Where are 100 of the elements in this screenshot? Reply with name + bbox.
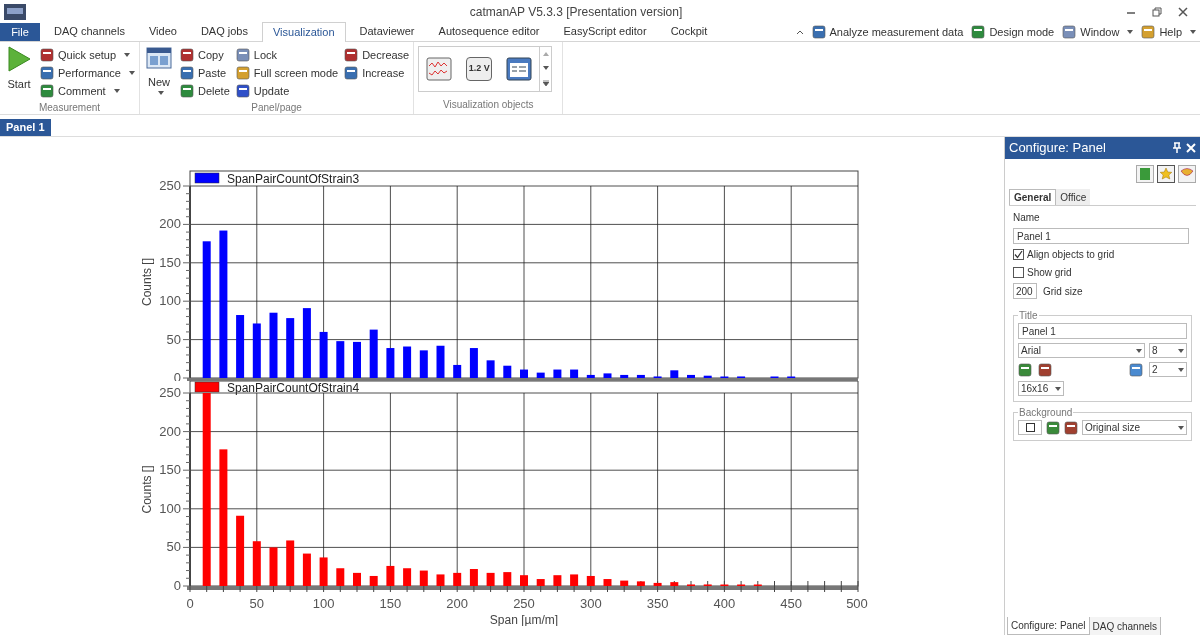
histogram-bar [453,572,462,586]
ribbon-command[interactable]: Update [235,82,339,100]
histogram-bar [603,579,612,586]
command-icon [180,66,194,80]
pin-icon[interactable] [1172,142,1182,154]
ribbon-command[interactable]: Increase [344,64,410,82]
x-tick-label: 450 [780,596,803,611]
quick-command[interactable]: Design mode [971,23,1055,41]
ribbon-command[interactable]: Lock [235,46,339,64]
quick-command[interactable]: Window [1062,23,1134,41]
y-axis-label: Counts [] [140,258,154,306]
restore-icon[interactable] [1152,7,1162,17]
grid-size-field[interactable]: 200 [1013,283,1037,299]
scroll-down-icon[interactable] [542,66,549,70]
quick-command[interactable]: Analyze measurement data [811,23,964,41]
ribbon-command[interactable]: Delete [180,82,230,100]
x-tick-label: 250 [513,596,535,611]
panel-title: Configure: Panel [1009,139,1107,158]
group-title: Background [1018,406,1074,420]
histogram-bar [369,329,378,378]
legend-label: SpanPairCountOfStrain4 [227,381,360,395]
ribbon-command[interactable]: Copy [180,46,230,64]
refresh-icon[interactable] [1136,165,1154,183]
command-icon [180,48,194,62]
size-mode-dropdown[interactable]: Original size [1082,420,1187,435]
command-icon [344,48,359,62]
histogram-bar [369,575,378,586]
histogram-bar [586,374,595,378]
list-widget-icon[interactable] [506,57,533,81]
large-ribbon-button[interactable]: Start [4,46,34,100]
y-tick-label: 100 [159,500,181,516]
expand-gallery-icon[interactable] [542,80,549,86]
settings-tab[interactable]: General [1009,189,1057,205]
help-icon[interactable] [1178,165,1196,183]
command-icon [1062,25,1077,39]
ribbon-tab[interactable]: Dataviewer [349,21,425,41]
font-dropdown[interactable]: Arial [1018,343,1145,358]
command-icon [40,48,54,62]
settings-tab[interactable]: Office [1056,189,1091,205]
ribbon-command[interactable]: Quick setup [40,46,135,64]
icon-size-dropdown[interactable]: 16x16 [1018,381,1064,396]
histogram-bar [620,580,629,586]
histogram-bar [336,341,345,378]
histogram-bar [520,369,528,378]
ribbon-tab[interactable]: Video [138,21,187,41]
histogram-bar [252,323,261,378]
large-ribbon-button[interactable]: New [144,46,174,100]
ribbon-tab[interactable]: DAQ jobs [190,21,258,41]
y-tick-label: 150 [159,254,181,270]
color-swatch[interactable] [1018,420,1042,435]
x-tick-label: 300 [579,596,602,611]
histogram-bar [503,365,512,378]
x-tick-label: 500 [846,596,868,611]
collapse-ribbon-icon[interactable] [795,28,804,36]
star-icon[interactable] [1157,165,1175,183]
histogram-bar [586,575,595,586]
histogram-bar [302,553,311,586]
ribbon-tab[interactable]: Cockpit [660,21,718,41]
x-tick-label: 350 [646,596,669,611]
ribbon-tab[interactable]: DAQ channels [44,21,135,41]
histogram-bar [670,582,679,586]
x-tick-label: 200 [446,596,469,611]
histogram-bar [403,568,412,586]
ribbon-command[interactable]: Paste [180,64,230,82]
checkbox[interactable] [1013,267,1024,278]
ribbon-tab[interactable]: EasyScript editor [553,21,657,41]
ribbon-tab[interactable]: Visualization [261,22,346,42]
digital-display-widget[interactable]: 1.2 V [466,57,493,81]
ribbon-command[interactable]: Performance [40,64,135,82]
ribbon-command[interactable]: Decrease [344,46,410,64]
histogram-bar [486,572,495,586]
caret-icon [1127,30,1134,34]
graph-widget-icon[interactable] [426,57,453,81]
caret-icon [158,90,164,95]
command-icon [344,66,359,80]
spacing-dropdown[interactable]: 2 [1149,362,1187,377]
panel-tab[interactable]: Panel 1 [0,119,51,136]
title-field[interactable]: Panel 1 [1018,323,1187,339]
y-axis-label: Counts [] [140,465,154,514]
name-field[interactable]: Panel 1 [1013,228,1189,244]
checkbox[interactable] [1013,249,1024,260]
font-size-dropdown[interactable]: 8 [1149,343,1187,358]
legend-swatch [194,172,220,184]
histogram-bar [269,547,278,586]
panel-switch-tab[interactable]: Configure: Panel [1007,617,1090,635]
histogram-bar [536,372,545,378]
command-icon [235,48,250,62]
command-icon [180,84,194,98]
panel-switch-tab[interactable]: DAQ channels [1089,617,1161,635]
histogram-bar [520,575,528,586]
close-icon[interactable] [1178,7,1188,17]
ribbon-command[interactable]: Full screen mode [235,64,339,82]
quick-command[interactable]: Help [1141,23,1196,41]
histogram-bar [419,570,428,586]
image-icon [1038,362,1052,377]
ribbon-command[interactable]: Comment [40,82,135,100]
y-tick-label: 200 [159,216,181,232]
command-icon [40,84,54,98]
file-tab[interactable]: File [0,23,40,41]
ribbon-tab[interactable]: Autosequence editor [428,21,550,41]
